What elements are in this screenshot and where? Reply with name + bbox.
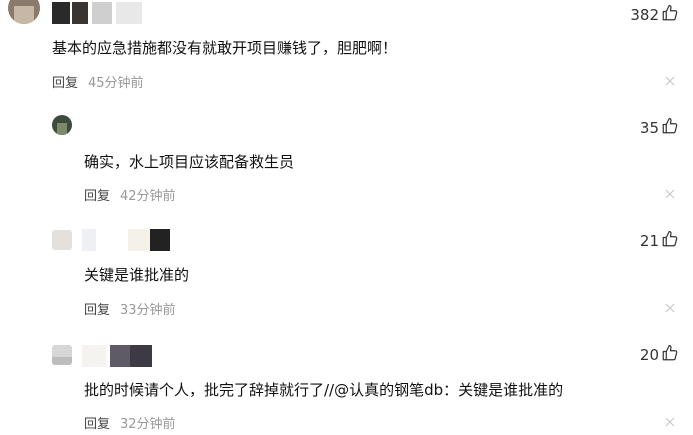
comment-text: 关键是谁批准的 [84, 266, 190, 284]
reply-button[interactable]: 回复 [84, 413, 110, 432]
like-count: 21 [639, 232, 659, 250]
reply-item: 20 批的时候请个人，批完了辞掉就行了//@认真的钢笔db：关键是谁批准的 回复… [0, 343, 693, 435]
close-icon[interactable] [665, 417, 675, 427]
avatar[interactable] [52, 345, 72, 365]
like-count: 35 [639, 119, 659, 137]
reply-button[interactable]: 回复 [52, 72, 78, 91]
comment-text: 批的时候请个人，批完了辞掉就行了//@认真的钢笔db：关键是谁批准的 [84, 381, 564, 399]
reply-button[interactable]: 回复 [84, 299, 110, 318]
username[interactable] [82, 229, 192, 251]
timestamp: 33分钟前 [120, 303, 176, 318]
avatar[interactable] [52, 230, 72, 250]
thumbs-up-icon [661, 4, 679, 26]
like-button[interactable]: 35 [640, 116, 679, 140]
timestamp: 32分钟前 [120, 417, 176, 432]
avatar[interactable] [52, 115, 72, 135]
comment-text: 确实，水上项目应该配备救生员 [84, 153, 295, 171]
like-button[interactable]: 382 [630, 3, 679, 27]
thumbs-up-icon [661, 230, 679, 252]
reply-button[interactable]: 回复 [84, 185, 110, 204]
close-icon[interactable] [665, 76, 675, 86]
timestamp: 45分钟前 [88, 76, 144, 91]
reply-item: 35 确实，水上项目应该配备救生员 回复 42分钟前 [0, 113, 693, 218]
close-icon[interactable] [665, 189, 675, 199]
like-button[interactable]: 20 [640, 343, 679, 367]
thumbs-up-icon [661, 344, 679, 366]
comment-item: 382 基本的应急措施都没有就敢开项目赚钱了，胆肥啊！ 回复 45分钟前 [0, 0, 693, 105]
reply-item: 21 关键是谁批准的 回复 33分钟前 [0, 228, 693, 328]
like-count: 382 [630, 6, 659, 24]
like-button[interactable]: 21 [640, 229, 679, 253]
comment-text: 基本的应急措施都没有就敢开项目赚钱了，胆肥啊！ [52, 39, 398, 57]
close-icon[interactable] [665, 303, 675, 313]
timestamp: 42分钟前 [120, 189, 176, 204]
username[interactable] [52, 2, 172, 24]
username[interactable] [82, 345, 202, 367]
username[interactable] [82, 115, 202, 137]
avatar[interactable] [8, 0, 40, 24]
like-count: 20 [639, 346, 659, 364]
thumbs-up-icon [661, 117, 679, 139]
